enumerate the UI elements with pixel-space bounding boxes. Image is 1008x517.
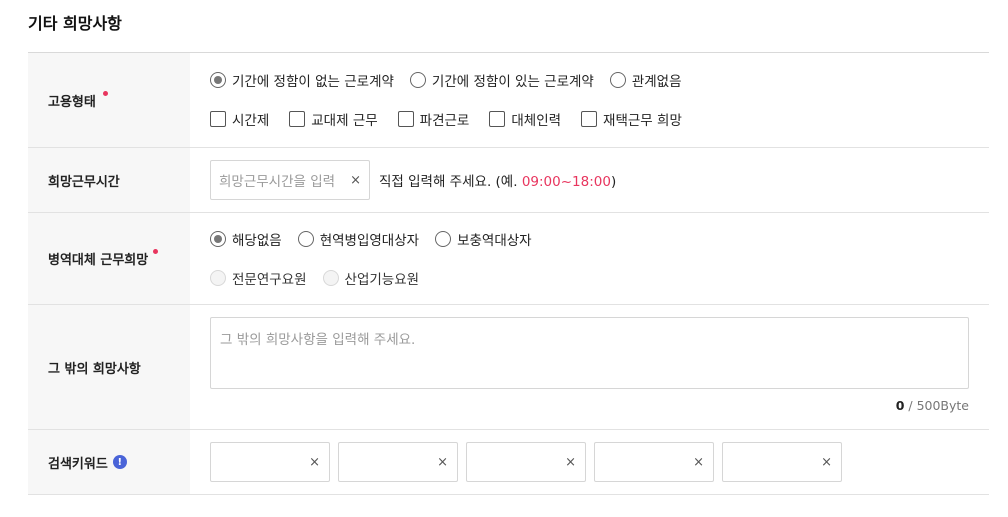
checkbox-dispatch[interactable]: 파견근로 [397,109,470,129]
label-keywords: 검색키워드 ! [28,430,190,494]
radio-label: 기간에 정함이 있는 근로계약 [431,73,594,90]
work-hours-input[interactable]: 희망근무시간을 입력 × [210,160,370,200]
radio-checked-icon[interactable] [210,71,226,88]
checkbox-icon[interactable] [489,110,506,127]
other-label: 그 밖의 희망사항 [48,361,141,377]
checkbox-icon[interactable] [581,110,598,127]
section-title: 기타 희망사항 [28,14,122,33]
other-textarea[interactable]: 그 밖의 희망사항을 입력해 주세요. [210,317,969,389]
employment-radio-group: 기간에 정함이 없는 근로계약 기간에 정함이 있는 근로계약 관계없음 [210,60,969,99]
employment-label: 고용형태 [48,94,96,110]
other-content: 그 밖의 희망사항을 입력해 주세요. 0 / 500Byte [190,305,989,429]
radio-option-fixed-term[interactable]: 기간에 정함이 있는 근로계약 [409,70,594,90]
checkbox-remote-work[interactable]: 재택근무 희망 [581,109,682,129]
keyword-input-3[interactable]: × [466,442,586,482]
radio-option-research: 전문연구요원 [210,268,307,288]
radio-option-indefinite[interactable]: 기간에 정함이 없는 근로계약 [210,70,394,90]
clear-icon[interactable]: × [693,455,704,470]
military-label: 병역대체 근무희망 [48,253,149,268]
work-hours-placeholder: 희망근무시간을 입력 [219,174,336,190]
radio-label: 관계없음 [631,73,682,90]
keyword-input-5[interactable]: × [722,442,842,482]
employment-checkbox-group: 시간제 교대제 근무 파견근로 대체인력 재택근무 희망 [210,99,969,138]
clear-icon[interactable]: × [350,173,361,188]
clear-icon[interactable]: × [309,455,320,470]
military-options: 해당없음 현역병입영대상자 보충역대상자 전문연구요원 산업기능요원 [190,213,989,304]
radio-option-any[interactable]: 관계없음 [609,70,682,90]
label-work-hours: 희망근무시간 [28,148,190,212]
checkbox-label: 대체인력 [511,112,562,129]
byte-counter: 0 / 500Byte [210,398,969,413]
clear-icon[interactable]: × [821,455,832,470]
radio-label: 해당없음 [232,232,282,249]
radio-icon[interactable] [297,230,314,247]
radio-icon[interactable] [435,230,452,247]
radio-disabled-icon [322,269,339,286]
radio-option-active-duty[interactable]: 현역병입영대상자 [297,229,420,249]
checkbox-icon[interactable] [397,110,414,127]
radio-label: 전문연구요원 [232,271,307,288]
employment-options: 기간에 정함이 없는 근로계약 기간에 정함이 있는 근로계약 관계없음 시간제 [190,53,989,147]
checkbox-label: 교대제 근무 [311,112,378,129]
required-dot [153,249,159,254]
checkbox-label: 재택근무 희망 [603,112,682,129]
checkbox-icon[interactable] [289,110,306,127]
label-other: 그 밖의 희망사항 [28,305,190,429]
radio-label: 현역병입영대상자 [319,232,420,249]
clear-icon[interactable]: × [437,455,448,470]
checkbox-label: 파견근로 [419,112,470,129]
radio-label: 산업기능요원 [344,271,420,288]
radio-icon[interactable] [409,71,426,88]
row-employment: 고용형태 기간에 정함이 없는 근로계약 기간에 정함이 있는 근로계약 관계없… [28,53,989,148]
radio-label: 기간에 정함이 없는 근로계약 [232,73,394,90]
keyword-input-1[interactable]: × [210,442,330,482]
checkbox-label: 시간제 [232,112,270,129]
radio-label: 보충역대상자 [457,232,532,249]
checkbox-shift-work[interactable]: 교대제 근무 [289,109,378,129]
radio-checked-icon[interactable] [210,230,226,247]
keywords-label: 검색키워드 [48,456,108,472]
keyword-input-2[interactable]: × [338,442,458,482]
row-keywords: 검색키워드 ! × × × × × [28,430,989,495]
hint-example: 09:00~18:00 [521,174,611,190]
checkbox-part-time[interactable]: 시간제 [210,109,269,129]
clear-icon[interactable]: × [565,455,576,470]
work-hours-content: 희망근무시간을 입력 × 직접 입력해 주세요. (예. 09:00~18:00… [190,148,989,212]
radio-option-supplementary[interactable]: 보충역대상자 [435,229,532,249]
required-dot [102,90,108,96]
row-military: 병역대체 근무희망 해당없음 현역병입영대상자 보충역대상자 전문연구요원 산업… [28,213,989,305]
radio-option-none[interactable]: 해당없음 [210,229,282,249]
info-icon[interactable]: ! [112,455,127,469]
checkbox-icon[interactable] [210,110,226,127]
radio-icon[interactable] [609,71,626,88]
byte-count-limit: / 500Byte [908,398,969,413]
work-hours-hint: 직접 입력해 주세요. (예. 09:00~18:00) [379,170,616,190]
keyword-input-4[interactable]: × [594,442,714,482]
hint-close: ) [610,174,617,190]
keywords-content: × × × × × [190,430,989,494]
form-table: 고용형태 기간에 정함이 없는 근로계약 기간에 정함이 있는 근로계약 관계없… [28,52,989,495]
label-employment: 고용형태 [28,53,190,147]
checkbox-substitute[interactable]: 대체인력 [489,109,561,129]
row-other: 그 밖의 희망사항 그 밖의 희망사항을 입력해 주세요. 0 / 500Byt… [28,305,989,430]
label-military: 병역대체 근무희망 [28,213,190,304]
row-work-hours: 희망근무시간 희망근무시간을 입력 × 직접 입력해 주세요. (예. 09:0… [28,148,989,213]
work-hours-label: 희망근무시간 [48,174,120,190]
byte-count-current: 0 [895,398,905,413]
other-placeholder: 그 밖의 희망사항을 입력해 주세요. [220,332,416,348]
military-radio-row2: 전문연구요원 산업기능요원 [210,258,969,297]
radio-disabled-icon [210,269,226,286]
military-radio-row1: 해당없음 현역병입영대상자 보충역대상자 [210,219,969,258]
radio-option-industrial: 산업기능요원 [322,268,420,288]
hint-text: 직접 입력해 주세요. (예. [379,174,518,190]
